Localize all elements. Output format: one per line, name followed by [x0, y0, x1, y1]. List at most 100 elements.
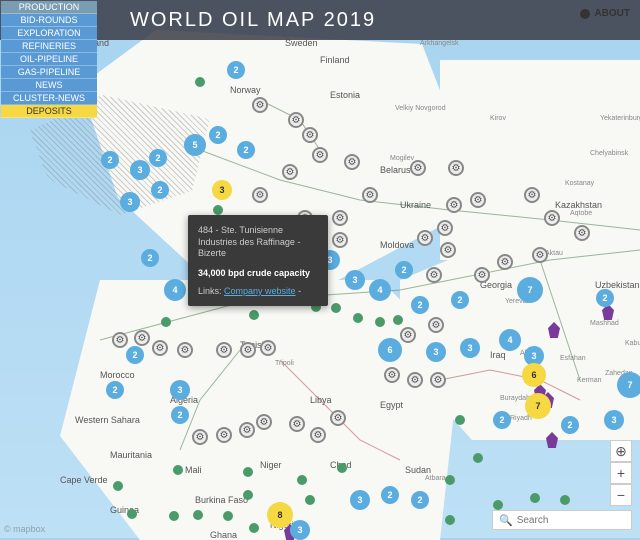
exploration-marker[interactable] [353, 313, 363, 323]
cluster-marker[interactable]: 2 [493, 411, 511, 429]
zoom-out-button[interactable]: − [610, 484, 632, 506]
refinery-marker[interactable] [282, 164, 298, 180]
cluster-marker[interactable]: 2 [149, 149, 167, 167]
refinery-marker[interactable] [216, 342, 232, 358]
exploration-marker[interactable] [305, 495, 315, 505]
refinery-marker[interactable] [524, 187, 540, 203]
cluster-marker[interactable]: 7 [517, 277, 543, 303]
cluster-marker[interactable]: 3 [130, 160, 150, 180]
refinery-marker[interactable] [252, 97, 268, 113]
tooltip-link-website[interactable]: Company website [224, 286, 296, 296]
refinery-marker[interactable] [260, 340, 276, 356]
exploration-marker[interactable] [297, 475, 307, 485]
cluster-marker[interactable]: 5 [184, 134, 206, 156]
cluster-marker[interactable]: 3 [170, 380, 190, 400]
layer-toggle-oil-pipeline[interactable]: OIL-PIPELINE [1, 53, 97, 66]
cluster-marker[interactable]: 2 [126, 346, 144, 364]
refinery-marker[interactable] [239, 422, 255, 438]
refinery-marker[interactable] [344, 154, 360, 170]
exploration-marker[interactable] [223, 511, 233, 521]
about-button[interactable]: ABOUT [580, 8, 630, 19]
cluster-marker[interactable]: 3 [460, 338, 480, 358]
cluster-marker[interactable]: 2 [106, 381, 124, 399]
exploration-marker[interactable] [173, 465, 183, 475]
cluster-marker[interactable]: 2 [209, 126, 227, 144]
cluster-marker[interactable]: 3 [120, 192, 140, 212]
refinery-marker[interactable] [410, 160, 426, 176]
cluster-marker[interactable]: 3 [350, 490, 370, 510]
cluster-marker[interactable]: 2 [451, 291, 469, 309]
refinery-marker[interactable] [134, 330, 150, 346]
layer-toggle-refineries[interactable]: REFINERIES [1, 40, 97, 53]
exploration-marker[interactable] [331, 303, 341, 313]
layer-toggle-bid-rounds[interactable]: BID-ROUNDS [1, 14, 97, 27]
exploration-marker[interactable] [493, 500, 503, 510]
refinery-marker[interactable] [289, 416, 305, 432]
refinery-marker[interactable] [474, 267, 490, 283]
refinery-marker[interactable] [448, 160, 464, 176]
exploration-marker[interactable] [243, 467, 253, 477]
search-bar[interactable]: 🔍 [492, 510, 632, 530]
refinery-marker[interactable] [384, 367, 400, 383]
cluster-marker[interactable]: 6 [378, 338, 402, 362]
cluster-marker[interactable]: 6 [522, 363, 546, 387]
refinery-marker[interactable] [302, 127, 318, 143]
cluster-marker[interactable]: 2 [237, 141, 255, 159]
cluster-marker[interactable]: 2 [381, 486, 399, 504]
layer-toggle-gas-pipeline[interactable]: GAS-PIPELINE [1, 66, 97, 79]
cluster-marker[interactable]: 2 [561, 416, 579, 434]
exploration-marker[interactable] [195, 77, 205, 87]
exploration-marker[interactable] [560, 495, 570, 505]
cluster-marker[interactable]: 2 [596, 289, 614, 307]
refinery-marker[interactable] [574, 225, 590, 241]
search-input[interactable] [517, 515, 625, 526]
refinery-marker[interactable] [192, 429, 208, 445]
exploration-marker[interactable] [445, 515, 455, 525]
cluster-marker[interactable]: 3 [212, 180, 232, 200]
refinery-marker[interactable] [177, 342, 193, 358]
cluster-marker[interactable]: 3 [604, 410, 624, 430]
cluster-marker[interactable]: 2 [411, 491, 429, 509]
cluster-marker[interactable]: 3 [345, 270, 365, 290]
compass-button[interactable]: ⊕ [610, 440, 632, 462]
exploration-marker[interactable] [127, 509, 137, 519]
cluster-marker[interactable]: 2 [171, 406, 189, 424]
cluster-marker[interactable]: 4 [499, 329, 521, 351]
refinery-marker[interactable] [430, 372, 446, 388]
layer-toggle-cluster-news[interactable]: CLUSTER-NEWS [1, 92, 97, 105]
exploration-marker[interactable] [113, 481, 123, 491]
cluster-marker[interactable]: 2 [151, 181, 169, 199]
layer-toggle-deposits[interactable]: DEPOSITS [1, 105, 97, 118]
cluster-marker[interactable]: 3 [290, 520, 310, 540]
exploration-marker[interactable] [393, 315, 403, 325]
cluster-marker[interactable]: 4 [164, 279, 186, 301]
exploration-marker[interactable] [161, 317, 171, 327]
exploration-marker[interactable] [375, 317, 385, 327]
refinery-marker[interactable] [417, 230, 433, 246]
cluster-marker[interactable]: 2 [101, 151, 119, 169]
cluster-marker[interactable]: 2 [141, 249, 159, 267]
refinery-marker[interactable] [312, 147, 328, 163]
refinery-marker[interactable] [362, 187, 378, 203]
refinery-marker[interactable] [112, 332, 128, 348]
layer-toggle-production[interactable]: PRODUCTION [1, 1, 97, 14]
refinery-marker[interactable] [256, 414, 272, 430]
exploration-marker[interactable] [445, 475, 455, 485]
refinery-marker[interactable] [252, 187, 268, 203]
exploration-marker[interactable] [193, 510, 203, 520]
refinery-marker[interactable] [440, 242, 456, 258]
exploration-marker[interactable] [455, 415, 465, 425]
cluster-marker[interactable]: 4 [369, 279, 391, 301]
refinery-marker[interactable] [240, 342, 256, 358]
refinery-marker[interactable] [332, 232, 348, 248]
refinery-marker[interactable] [426, 267, 442, 283]
refinery-marker[interactable] [470, 192, 486, 208]
cluster-marker[interactable]: 7 [617, 372, 640, 398]
cluster-marker[interactable]: 8 [267, 502, 293, 528]
refinery-marker[interactable] [544, 210, 560, 226]
exploration-marker[interactable] [249, 310, 259, 320]
exploration-marker[interactable] [473, 453, 483, 463]
layer-toggle-exploration[interactable]: EXPLORATION [1, 27, 97, 40]
refinery-marker[interactable] [437, 220, 453, 236]
refinery-marker[interactable] [428, 317, 444, 333]
